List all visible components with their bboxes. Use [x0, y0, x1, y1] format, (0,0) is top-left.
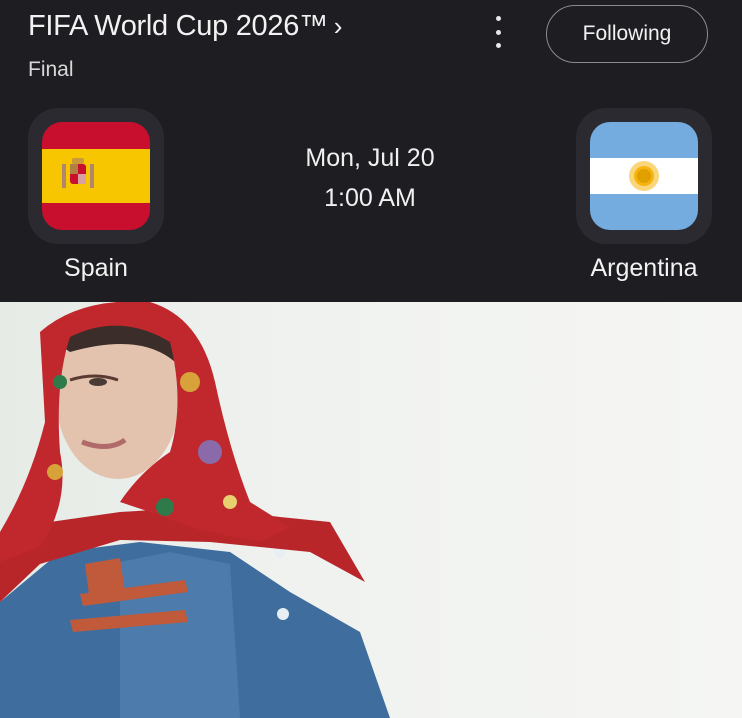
- match-time: 1:00 AM: [324, 184, 416, 212]
- chevron-right-icon: ›: [333, 11, 343, 41]
- more-options-icon[interactable]: [488, 16, 508, 48]
- match-date: Mon, Jul 20: [305, 144, 435, 172]
- home-team[interactable]: Spain: [26, 108, 166, 283]
- away-team[interactable]: Argentina: [574, 108, 714, 283]
- match-datetime: Mon, Jul 20 1:00 AM: [270, 138, 470, 218]
- match-stage: Final: [28, 58, 74, 81]
- argentina-flag-icon: [590, 122, 698, 230]
- home-team-badge: [28, 108, 164, 244]
- match-card[interactable]: FIFA World Cup 2026™ › Final Following S…: [0, 0, 742, 302]
- following-button[interactable]: Following: [546, 5, 708, 63]
- competition-title-link[interactable]: FIFA World Cup 2026™ ›: [28, 10, 342, 43]
- video-frame[interactable]: [0, 302, 742, 718]
- competition-title: FIFA World Cup 2026™: [28, 10, 328, 42]
- spain-flag-icon: [42, 122, 150, 230]
- woman-in-headscarf-image: [0, 302, 390, 718]
- home-team-name: Spain: [64, 254, 128, 282]
- away-team-name: Argentina: [590, 254, 698, 282]
- away-team-badge: [576, 108, 712, 244]
